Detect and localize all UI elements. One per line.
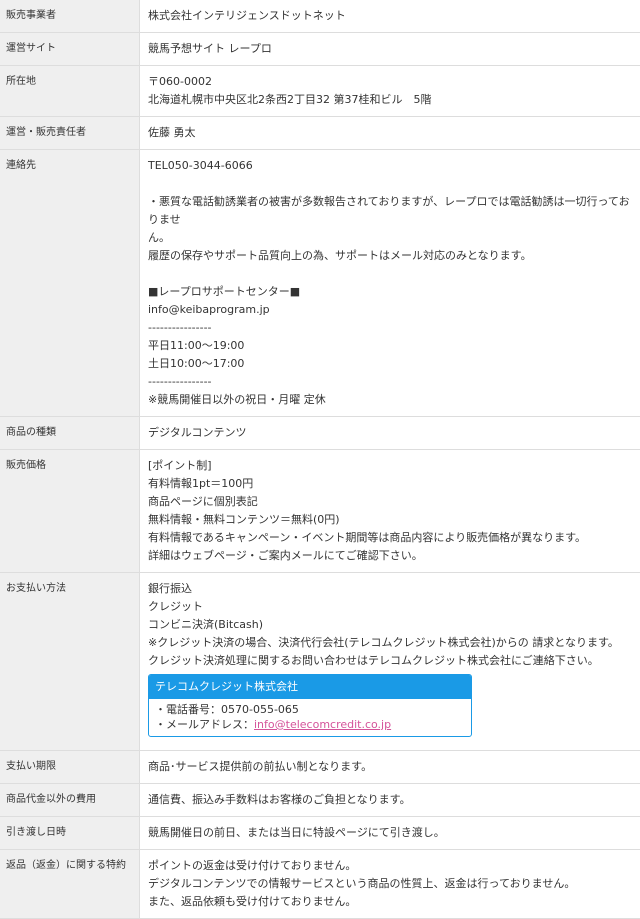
row-address: 所在地 〒060-0002 北海道札幌市中央区北2条西2丁目32 第37桂和ビル…: [0, 66, 640, 117]
weekend-hours: 土日10:00～17:00: [148, 355, 634, 373]
payment-method: 銀行振込: [148, 580, 634, 598]
row-fees: 商品代金以外の費用 通信費、振込み手数料はお客様のご負担となります。: [0, 784, 640, 817]
row-value: 株式会社インテリジェンスドットネット: [140, 0, 640, 33]
row-value: 銀行振込 クレジット コンビニ決済(Bitcash) ※クレジット決済の場合、決…: [140, 573, 640, 751]
row-label: 返品（返金）に関する特約: [0, 850, 140, 919]
row-label: 運営サイト: [0, 33, 140, 66]
refund-line: また、返品依頼も受け付けておりません。: [148, 893, 634, 911]
row-value: デジタルコンテンツ: [140, 417, 640, 450]
price-line: 無料情報・無料コンテンツ＝無料(0円): [148, 511, 634, 529]
price-line: 詳細はウェブページ・ご案内メールにてご確認下さい。: [148, 547, 634, 565]
street-address: 北海道札幌市中央区北2条西2丁目32 第37桂和ビル 5階: [148, 91, 634, 109]
phone-number: TEL050-3044-6066: [148, 157, 634, 175]
row-label: 引き渡し日時: [0, 817, 140, 850]
row-value: 〒060-0002 北海道札幌市中央区北2条西2丁目32 第37桂和ビル 5階: [140, 66, 640, 117]
row-payment: お支払い方法 銀行振込 クレジット コンビニ決済(Bitcash) ※クレジット…: [0, 573, 640, 751]
row-value: 佐藤 勇太: [140, 117, 640, 150]
legal-info-table: 販売事業者 株式会社インテリジェンスドットネット 運営サイト 競馬予想サイト レ…: [0, 0, 640, 919]
price-line: [ポイント制]: [148, 457, 634, 475]
telecom-box-body: ・電話番号：0570-055-065 ・メールアドレス：info@telecom…: [149, 699, 471, 736]
telecom-mail-link[interactable]: info@telecomcredit.co.jp: [254, 718, 391, 731]
payment-note: ※クレジット決済の場合、決済代行会社(テレコムクレジット株式会社)からの 請求と…: [148, 634, 634, 652]
row-seller: 販売事業者 株式会社インテリジェンスドットネット: [0, 0, 640, 33]
row-site: 運営サイト 競馬予想サイト レープロ: [0, 33, 640, 66]
support-center-heading: ■レープロサポートセンター■: [148, 283, 634, 301]
row-manager: 運営・販売責任者 佐藤 勇太: [0, 117, 640, 150]
telecom-mail-label: ・メールアドレス：: [155, 718, 254, 731]
row-label: 商品の種類: [0, 417, 140, 450]
row-label: 販売価格: [0, 450, 140, 573]
payment-method: クレジット: [148, 598, 634, 616]
price-line: 有料情報1pt＝100円: [148, 475, 634, 493]
row-value: TEL050-3044-6066 ・悪質な電話勧誘業者の被害が多数報告されており…: [140, 150, 640, 417]
row-value: 商品･サービス提供前の前払い制となります。: [140, 751, 640, 784]
row-contact: 連絡先 TEL050-3044-6066 ・悪質な電話勧誘業者の被害が多数報告さ…: [0, 150, 640, 417]
telecom-mail-line: ・メールアドレス：info@telecomcredit.co.jp: [155, 717, 465, 732]
price-line: 商品ページに個別表記: [148, 493, 634, 511]
row-value: 競馬予想サイト レープロ: [140, 33, 640, 66]
payment-note: クレジット決済処理に関するお問い合わせはテレコムクレジット株式会社にご連絡下さい…: [148, 652, 634, 670]
row-label: お支払い方法: [0, 573, 140, 751]
separator-text: ----------------: [148, 319, 634, 337]
weekday-hours: 平日11:00～19:00: [148, 337, 634, 355]
support-email: info@keibaprogram.jp: [148, 301, 634, 319]
row-value: ポイントの返金は受け付けておりません。 デジタルコンテンツでの情報サービスという…: [140, 850, 640, 919]
row-price: 販売価格 [ポイント制] 有料情報1pt＝100円 商品ページに個別表記 無料情…: [0, 450, 640, 573]
row-value: 競馬開催日の前日、または当日に特設ページにて引き渡し。: [140, 817, 640, 850]
telecom-credit-info-box: テレコムクレジット株式会社 ・電話番号：0570-055-065 ・メールアドレ…: [148, 674, 472, 737]
row-label: 所在地: [0, 66, 140, 117]
separator-text: ----------------: [148, 373, 634, 391]
notice-text: 履歴の保存やサポート品質向上の為、サポートはメール対応のみとなります。: [148, 247, 634, 265]
row-label: 販売事業者: [0, 0, 140, 33]
notice-text: ん。: [148, 229, 634, 247]
refund-line: デジタルコンテンツでの情報サービスという商品の性質上、返金は行っておりません。: [148, 875, 634, 893]
row-label: 運営・販売責任者: [0, 117, 140, 150]
row-label: 商品代金以外の費用: [0, 784, 140, 817]
holiday-note: ※競馬開催日以外の祝日・月曜 定休: [148, 391, 634, 409]
payment-method: コンビニ決済(Bitcash): [148, 616, 634, 634]
row-label: 支払い期限: [0, 751, 140, 784]
postal-code: 〒060-0002: [148, 73, 634, 91]
refund-line: ポイントの返金は受け付けておりません。: [148, 857, 634, 875]
row-deadline: 支払い期限 商品･サービス提供前の前払い制となります。: [0, 751, 640, 784]
row-value: 通信費、振込み手数料はお客様のご負担となります。: [140, 784, 640, 817]
row-value: [ポイント制] 有料情報1pt＝100円 商品ページに個別表記 無料情報・無料コ…: [140, 450, 640, 573]
notice-text: ・悪質な電話勧誘業者の被害が多数報告されておりますが、レープロでは電話勧誘は一切…: [148, 193, 634, 229]
telecom-box-title: テレコムクレジット株式会社: [149, 675, 471, 699]
telecom-phone: ・電話番号：0570-055-065: [155, 702, 465, 717]
row-refund: 返品（返金）に関する特約 ポイントの返金は受け付けておりません。 デジタルコンテ…: [0, 850, 640, 919]
row-product: 商品の種類 デジタルコンテンツ: [0, 417, 640, 450]
row-delivery: 引き渡し日時 競馬開催日の前日、または当日に特設ページにて引き渡し。: [0, 817, 640, 850]
price-line: 有料情報であるキャンペーン・イベント期間等は商品内容により販売価格が異なります。: [148, 529, 634, 547]
row-label: 連絡先: [0, 150, 140, 417]
